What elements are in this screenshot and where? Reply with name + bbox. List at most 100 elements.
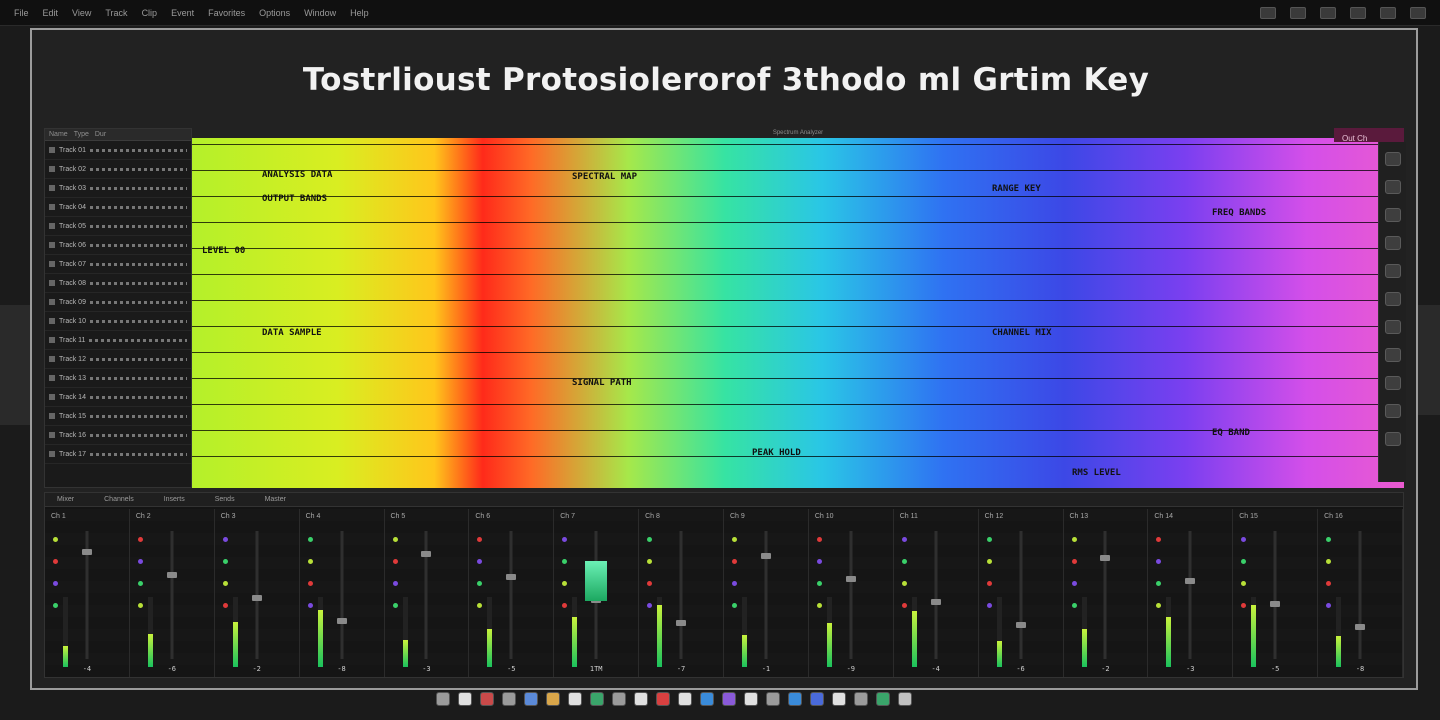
column-header[interactable]: Name: [49, 131, 68, 138]
side-tool-button[interactable]: [1384, 348, 1401, 362]
dock-app-icon[interactable]: [700, 692, 714, 706]
track-row[interactable]: Track 02: [45, 160, 191, 179]
toolbar-button[interactable]: [1320, 6, 1336, 19]
track-row[interactable]: Track 14: [45, 388, 191, 407]
spectrum-analyzer[interactable]: Spectrum Analyzer Out Ch ANALYSIS DATA OU…: [192, 128, 1404, 488]
toolbar-button[interactable]: [1350, 6, 1366, 19]
mixer-channel[interactable]: Ch 15 -5: [1233, 509, 1319, 677]
side-tool-button[interactable]: [1384, 180, 1401, 194]
dock-app-icon[interactable]: [546, 692, 560, 706]
menu-item[interactable]: Event: [171, 8, 194, 18]
mixer-channel[interactable]: Ch 6 -5: [469, 509, 555, 677]
dock-app-icon[interactable]: [502, 692, 516, 706]
fader-knob[interactable]: [845, 576, 856, 582]
menu-item[interactable]: Clip: [142, 8, 158, 18]
track-row[interactable]: Track 07: [45, 255, 191, 274]
mixer-channel[interactable]: Ch 13 -2: [1063, 509, 1149, 677]
track-row[interactable]: Track 01: [45, 141, 191, 160]
side-tool-button[interactable]: [1384, 152, 1401, 166]
fader-track[interactable]: [340, 531, 344, 659]
menu-item[interactable]: Window: [304, 8, 336, 18]
dock-app-icon[interactable]: [524, 692, 538, 706]
mixer-tab[interactable]: Sends: [215, 496, 235, 503]
dock-app-icon[interactable]: [810, 692, 824, 706]
mixer-channel[interactable]: Ch 10 -9: [808, 509, 894, 677]
fader-knob[interactable]: [930, 599, 941, 605]
mixer-tab[interactable]: Channels: [104, 496, 134, 503]
track-row[interactable]: Track 09: [45, 293, 191, 312]
track-row[interactable]: Track 13: [45, 369, 191, 388]
dock-app-icon[interactable]: [634, 692, 648, 706]
side-tool-button[interactable]: [1384, 236, 1401, 250]
menu-item[interactable]: View: [72, 8, 91, 18]
track-row[interactable]: Track 17: [45, 445, 191, 464]
dock-app-icon[interactable]: [722, 692, 736, 706]
fader-knob[interactable]: [506, 574, 517, 580]
side-tool-button[interactable]: [1384, 376, 1401, 390]
track-row[interactable]: Track 04: [45, 198, 191, 217]
fader-track[interactable]: [509, 531, 513, 659]
mixer-channel[interactable]: Ch 2 -6: [129, 509, 215, 677]
column-header[interactable]: Dur: [95, 131, 106, 138]
fader-track[interactable]: [1103, 531, 1107, 659]
dock-app-icon[interactable]: [656, 692, 670, 706]
mixer-channel[interactable]: Ch 4 -8: [299, 509, 385, 677]
toolbar-button[interactable]: [1410, 6, 1426, 19]
dock-app-icon[interactable]: [854, 692, 868, 706]
mixer-channel[interactable]: Ch 3 -2: [214, 509, 300, 677]
spectrum-output-tab[interactable]: Out Ch: [1334, 128, 1404, 143]
mixer-channel[interactable]: Ch 5 -3: [384, 509, 470, 677]
fader-track[interactable]: [170, 531, 174, 659]
mixer-tab[interactable]: Mixer: [57, 496, 74, 503]
fader-knob[interactable]: [251, 595, 262, 601]
fader-knob[interactable]: [336, 618, 347, 624]
mixer-channel[interactable]: Ch 12 -6: [978, 509, 1064, 677]
dock-app-icon[interactable]: [788, 692, 802, 706]
menu-item[interactable]: Track: [105, 8, 127, 18]
fader-track[interactable]: [934, 531, 938, 659]
fader-knob[interactable]: [1015, 622, 1026, 628]
track-row[interactable]: Track 10: [45, 312, 191, 331]
dock-app-icon[interactable]: [480, 692, 494, 706]
side-tool-button[interactable]: [1384, 320, 1401, 334]
mixer-channel[interactable]: Ch 16 -8: [1318, 509, 1403, 677]
fader-track[interactable]: [679, 531, 683, 659]
mixer-channel[interactable]: Ch 9 -1: [724, 509, 809, 677]
fader-knob[interactable]: [1355, 624, 1366, 630]
side-tool-button[interactable]: [1384, 264, 1401, 278]
side-tool-button[interactable]: [1384, 432, 1401, 446]
fader-track[interactable]: [1273, 531, 1277, 659]
dock-app-icon[interactable]: [766, 692, 780, 706]
toolbar-button[interactable]: [1290, 6, 1306, 19]
dock-app-icon[interactable]: [568, 692, 582, 706]
fader-track[interactable]: [764, 531, 768, 659]
dock-app-icon[interactable]: [898, 692, 912, 706]
fader-knob[interactable]: [1270, 601, 1281, 607]
menu-item[interactable]: Options: [259, 8, 290, 18]
fader-knob[interactable]: [760, 553, 771, 559]
menu-item[interactable]: File: [14, 8, 29, 18]
side-tool-button[interactable]: [1384, 292, 1401, 306]
toolbar-button[interactable]: [1260, 6, 1276, 19]
fader-knob[interactable]: [166, 572, 177, 578]
fader-knob[interactable]: [1100, 555, 1111, 561]
menu-item[interactable]: Help: [350, 8, 369, 18]
fader-knob[interactable]: [421, 551, 432, 557]
fader-knob[interactable]: [676, 620, 687, 626]
dock-app-icon[interactable]: [744, 692, 758, 706]
fader-track[interactable]: [1019, 531, 1023, 659]
track-row[interactable]: Track 12: [45, 350, 191, 369]
track-row[interactable]: Track 15: [45, 407, 191, 426]
dock-app-icon[interactable]: [436, 692, 450, 706]
menu-item[interactable]: Edit: [43, 8, 59, 18]
track-row[interactable]: Track 08: [45, 274, 191, 293]
fader-track[interactable]: [849, 531, 853, 659]
track-row[interactable]: Track 06: [45, 236, 191, 255]
column-header[interactable]: Type: [74, 131, 89, 138]
mixer-channel[interactable]: Ch 11 -4: [893, 509, 979, 677]
dock-app-icon[interactable]: [832, 692, 846, 706]
side-tool-button[interactable]: [1384, 404, 1401, 418]
dock-app-icon[interactable]: [590, 692, 604, 706]
track-row[interactable]: Track 11: [45, 331, 191, 350]
dock-app-icon[interactable]: [876, 692, 890, 706]
